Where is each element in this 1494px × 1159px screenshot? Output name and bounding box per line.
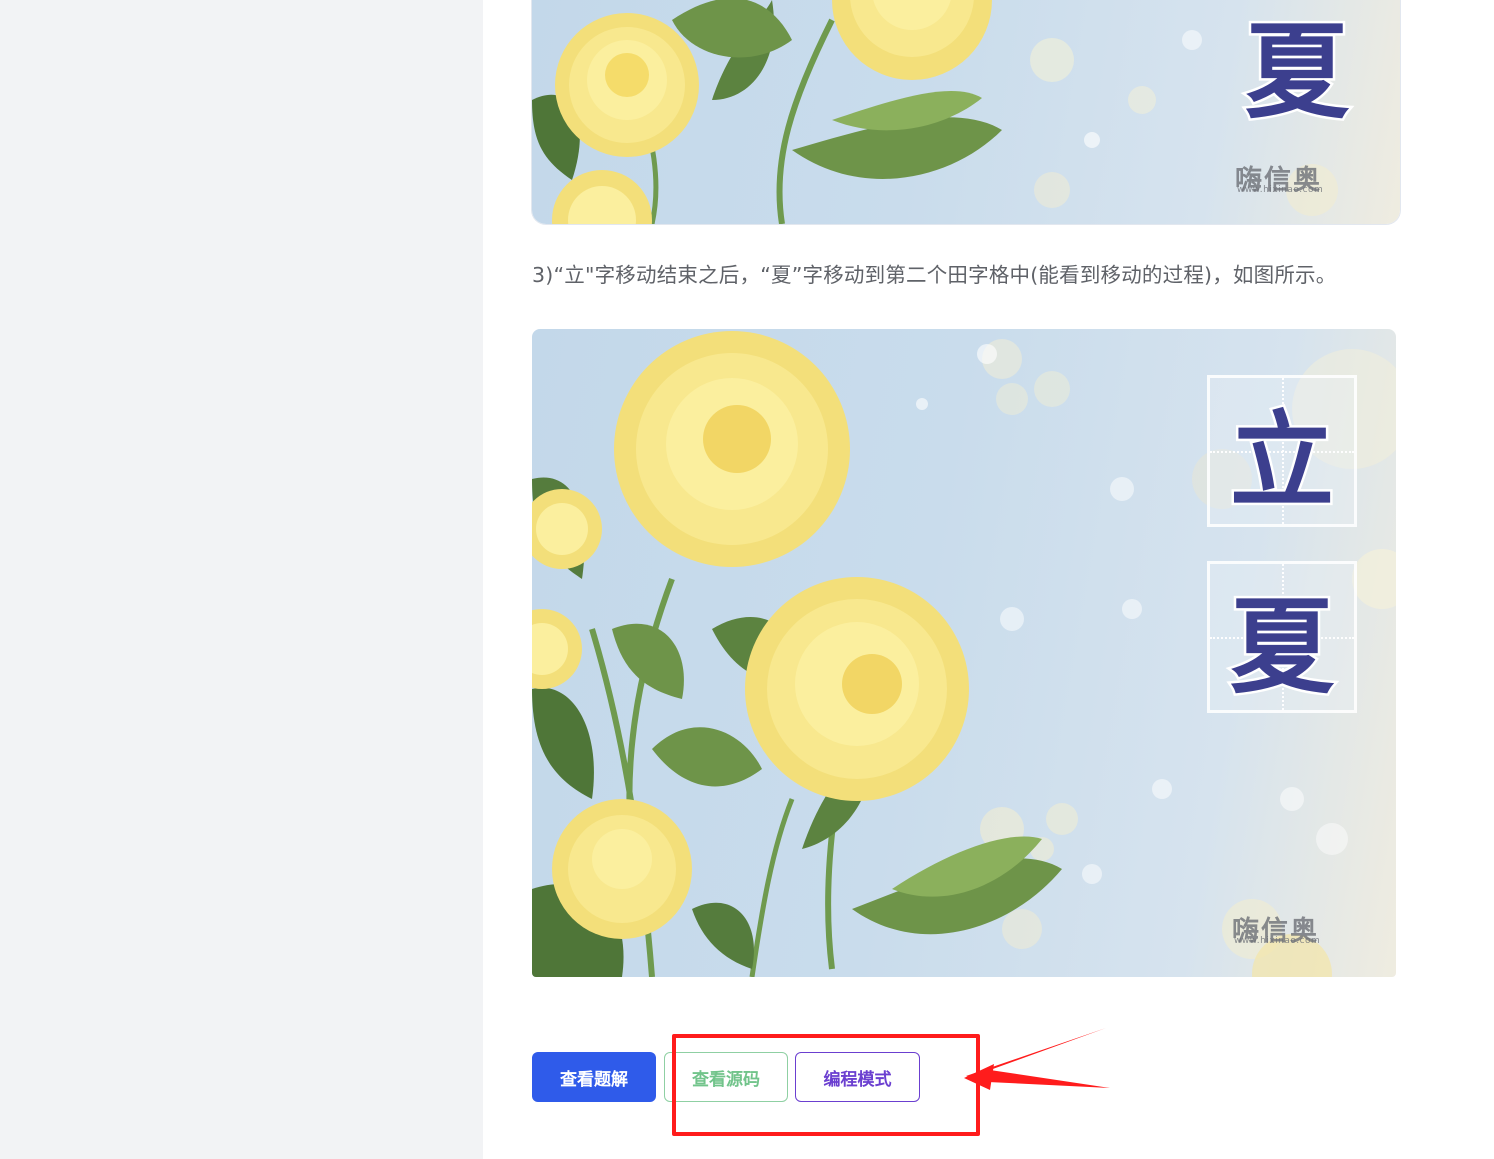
tian-grid-cell-2: 夏 <box>1207 561 1357 713</box>
watermark-url-top: www.hixinao.com <box>1237 185 1324 195</box>
watermark-url-main: www.hixinao.com <box>1234 936 1321 946</box>
char-cell-xia-top: 夏 <box>1222 0 1372 138</box>
illustration-top: 夏 嗨信奥 www.hixinao.com <box>532 0 1400 224</box>
char-li: 立 <box>1227 396 1336 524</box>
illustration-main: 立 夏 嗨信奥 www.hixinao.com <box>532 329 1396 977</box>
char-xia-top: 夏 <box>1242 7 1351 135</box>
tian-grid-cell-1: 立 <box>1207 375 1357 527</box>
step-3-text: 3)“立"字移动结束之后，“夏”字移动到第二个田字格中(能看到移动的过程)，如图… <box>532 263 1337 287</box>
view-solution-button[interactable]: 查看题解 <box>532 1052 656 1102</box>
red-arrow-icon <box>964 1028 1110 1090</box>
annotation-highlight-box <box>672 1034 980 1136</box>
char-xia: 夏 <box>1227 582 1336 710</box>
problem-content: 夏 嗨信奥 www.hixinao.com 3)“立"字移动结束之后，“夏”字移… <box>483 0 1494 1159</box>
left-sidebar <box>0 0 483 1159</box>
